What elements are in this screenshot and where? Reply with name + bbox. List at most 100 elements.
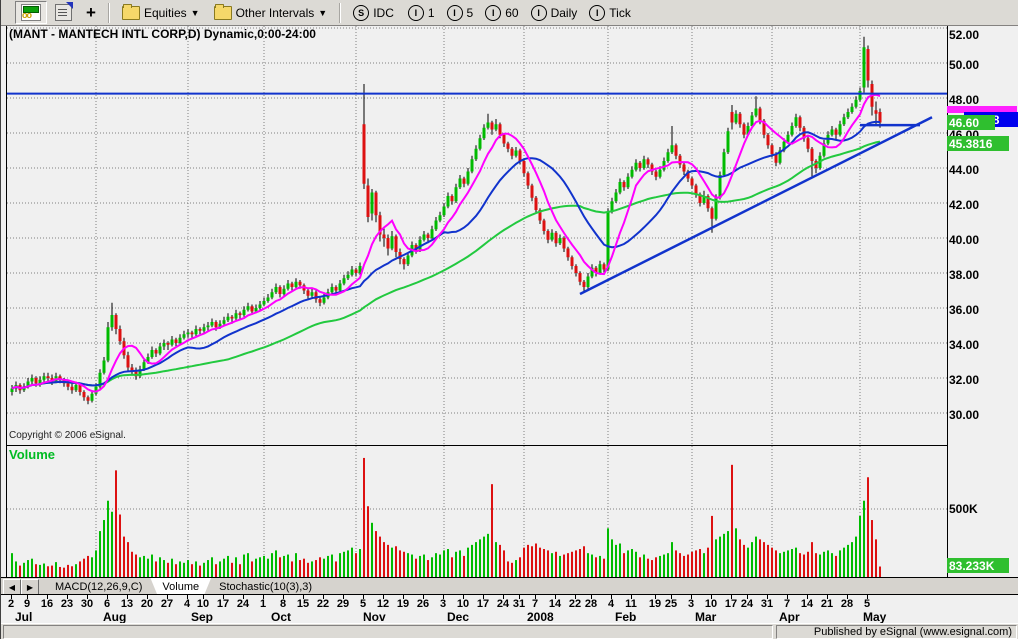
chart-region: (MANT - MANTECH INTL CORP,D) Dynamic,0:0… (1, 26, 1018, 626)
date-tick-label: 4 (607, 598, 615, 610)
date-tick-label: 24 (496, 598, 510, 610)
month-label-feb: Feb (615, 610, 637, 624)
date-tick-label: 28 (584, 598, 598, 610)
price-axis[interactable]: 52.00 50.00 48.00 46.00 44.00 42.00 40.00 38.00… (947, 26, 1018, 447)
status-bar: Published by eSignal (www.esignal.com) (1, 623, 1018, 639)
price-tick-48.00: 48.00 (949, 93, 980, 107)
date-tick-label: 14 (548, 598, 562, 610)
date-tick-label: 17 (476, 598, 490, 610)
status-message-panel (3, 625, 773, 639)
interval-label: Tick (609, 5, 631, 20)
date-tick-label: 8 (279, 598, 287, 610)
month-label-mar: Mar (695, 610, 717, 624)
date-tick-label: 14 (800, 598, 814, 610)
interval-label: 5 (466, 5, 474, 20)
price-badge-45.3816: 45.3816 (947, 136, 1009, 152)
circle-i-icon: I (446, 4, 463, 21)
month-label-dec: Dec (447, 610, 470, 624)
chevron-down-icon: ▼ (318, 7, 328, 18)
date-tick-label: 25 (664, 598, 678, 610)
month-label-may: May (863, 610, 887, 624)
month-label-aug: Aug (103, 610, 127, 624)
tab-volume[interactable]: Volume (150, 578, 211, 595)
interval-button-1[interactable]: I1 (402, 1, 441, 24)
ma-slow-line (11, 140, 881, 390)
volume-chart[interactable] (7, 446, 947, 578)
date-tick-label: 5 (359, 598, 367, 610)
tab-scroll-right-button[interactable]: ▶ (21, 579, 39, 595)
date-tick-label: 24 (740, 598, 754, 610)
volume-pane-label: Volume (9, 447, 55, 462)
other-intervals-dropdown[interactable]: Other Intervals ▼ (208, 1, 334, 24)
price-tick-52.00: 52.00 (949, 28, 980, 42)
interval-button-60[interactable]: I 60 (479, 1, 524, 24)
date-tick-label: 31 (760, 598, 774, 610)
date-tick-label: 21 (820, 598, 834, 610)
date-tick-label: 15 (296, 598, 310, 610)
date-tick-label: 26 (416, 598, 430, 610)
chart-title: (MANT - MANTECH INTL CORP,D) Dynamic,0:0… (9, 27, 316, 41)
circle-i-icon: I (589, 4, 606, 21)
equities-dropdown[interactable]: Equities ▼ (116, 1, 206, 24)
date-tick-label: 16 (40, 598, 54, 610)
candlestick-chart[interactable] (7, 26, 947, 445)
equities-label: Equities (143, 5, 187, 20)
price-tick-44.00: 44.00 (949, 163, 980, 177)
add-button[interactable]: + (80, 1, 102, 24)
date-axis[interactable]: 2 9 16 23 30 6 13 20 27 4 10 17 24 1 8 15 22 29 5 12 19 26 3 10… (1, 594, 1018, 626)
other-intervals-label: Other Intervals (235, 5, 315, 20)
toolbar-separator (107, 2, 110, 23)
interval-button-daily[interactable]: I Daily (525, 1, 584, 24)
publisher-text: Published by eSignal (www.esignal.com) (776, 625, 1017, 639)
ma-fast-line (11, 93, 881, 393)
properties-button[interactable] (49, 1, 78, 24)
date-tick-label: 4 (183, 598, 191, 610)
tab-stochastic[interactable]: Stochastic(10(3),3) (207, 578, 324, 595)
month-label-jul: Jul (15, 610, 33, 624)
volume-tick-500k: 500K (949, 502, 978, 516)
price-tick-36.00: 36.00 (949, 303, 980, 317)
date-tick-label: 11 (625, 598, 637, 610)
plus-icon: + (86, 3, 96, 22)
price-tick-38.00: 38.00 (949, 268, 980, 282)
date-tick-label: 13 (120, 598, 134, 610)
month-label-oct: Oct (271, 610, 292, 624)
volume-pane[interactable]: Volume (6, 445, 948, 579)
date-tick-label: 7 (531, 598, 539, 610)
volume-axis[interactable]: 500K 83.233K (947, 445, 1018, 579)
esignal-window: oo + Equities ▼ Other Intervals ▼ S IDC … (0, 0, 1018, 639)
price-tick-50.00: 50.00 (949, 58, 980, 72)
chevron-down-icon: ▼ (190, 7, 200, 18)
link-button[interactable]: oo (15, 1, 47, 24)
date-tick-label: 19 (396, 598, 410, 610)
interval-button-5[interactable]: I5 (441, 1, 480, 24)
date-tick-label: 17 (216, 598, 230, 610)
price-tick-34.00: 34.00 (949, 338, 980, 352)
date-tick-label: 5 (863, 598, 871, 610)
tab-macd[interactable]: MACD(12,26,9,C) (43, 578, 154, 595)
date-tick-label: 31 (512, 598, 526, 610)
copyright-text: Copyright © 2006 eSignal. (9, 430, 126, 441)
date-tick-label: 22 (568, 598, 582, 610)
date-tick-label: 24 (236, 598, 250, 610)
tab-scroll-left-button[interactable]: ◀ (3, 579, 21, 595)
price-pane[interactable]: (MANT - MANTECH INTL CORP,D) Dynamic,0:0… (6, 26, 948, 445)
volume-badge-last: 83.233K (947, 557, 1009, 573)
date-tick-label: 20 (140, 598, 154, 610)
price-badge-46.60: 46.60 (947, 115, 995, 130)
date-tick-label: 12 (376, 598, 390, 610)
interval-button-tick[interactable]: I Tick (583, 1, 637, 24)
date-tick-label: 30 (80, 598, 94, 610)
circle-i-icon: I (485, 4, 502, 21)
date-tick-label: 7 (783, 598, 791, 610)
date-tick-label: 10 (456, 598, 470, 610)
date-tick-label: 1 (259, 598, 267, 610)
date-tick-label: 29 (336, 598, 350, 610)
source-idc-button[interactable]: S IDC (347, 1, 400, 24)
date-tick-label: 10 (704, 598, 718, 610)
date-tick-label: 22 (316, 598, 330, 610)
link-icon: oo (21, 4, 41, 21)
date-tick-label: 6 (103, 598, 111, 610)
tab-label: Volume (162, 581, 200, 593)
month-label-sep: Sep (191, 610, 214, 624)
